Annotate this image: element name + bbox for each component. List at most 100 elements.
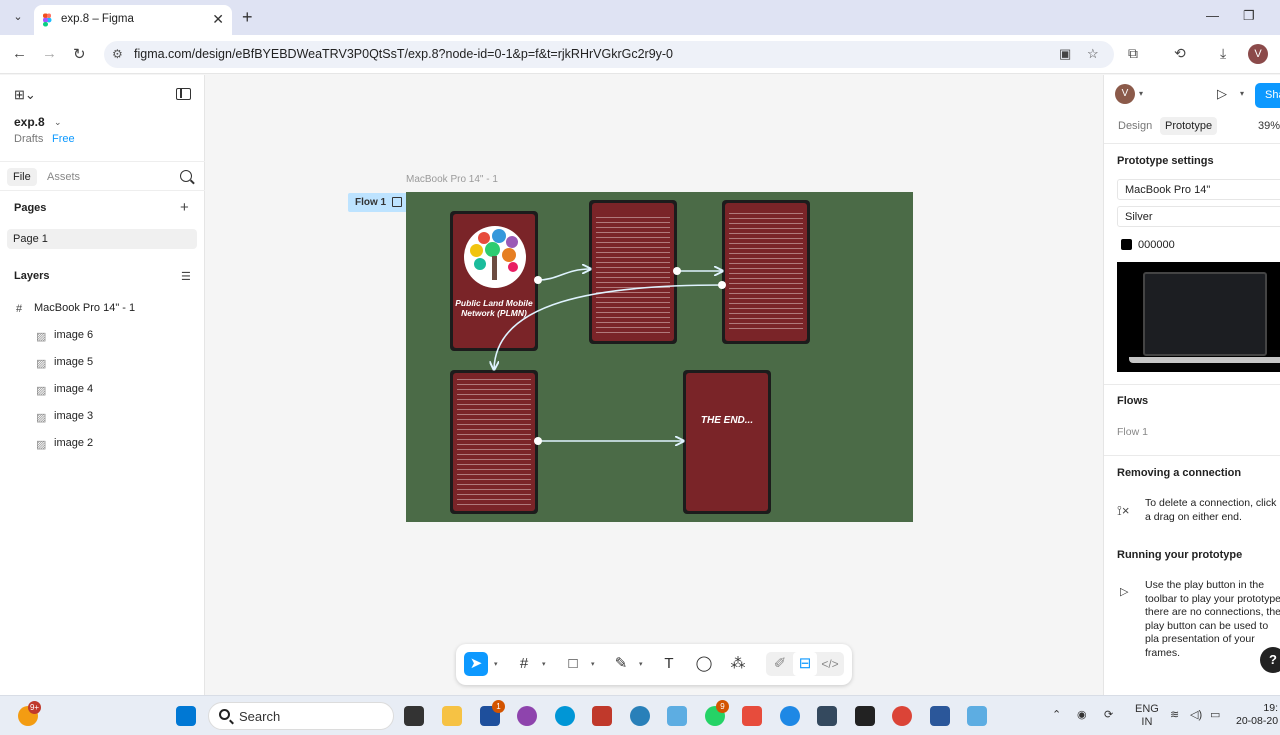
tab-assets[interactable]: Assets	[41, 168, 86, 186]
snipping-tool-icon[interactable]	[967, 706, 987, 726]
connection-handle	[673, 267, 681, 275]
page-label: Page 1	[13, 233, 48, 245]
help-button[interactable]: ?	[1260, 647, 1280, 673]
app-window-icon[interactable]	[817, 706, 837, 726]
task-view-icon[interactable]	[404, 706, 424, 726]
show-hidden-icons-icon[interactable]: ⌃	[1052, 708, 1061, 721]
chevron-down-icon[interactable]: ▾	[639, 660, 643, 668]
volume-icon[interactable]: ◁)	[1190, 708, 1202, 721]
paint-icon[interactable]	[667, 706, 687, 726]
clock[interactable]: 19: 20-08-20	[1236, 702, 1278, 728]
toggle-sidebar-icon[interactable]	[176, 88, 191, 100]
wps-icon[interactable]	[742, 706, 762, 726]
terminal-icon[interactable]	[855, 706, 875, 726]
minimize-icon[interactable]: —	[1206, 8, 1219, 23]
security-icon[interactable]: ◉	[1077, 708, 1087, 721]
history-icon[interactable]: ⟲	[1174, 45, 1186, 62]
device-model-select[interactable]: Silver	[1117, 206, 1280, 227]
main-menu-icon[interactable]: ⊞⌄	[14, 87, 36, 103]
new-tab-icon[interactable]: +	[242, 7, 253, 28]
macbook-frame[interactable]: Public Land Mobile Network (PLMN) THE EN…	[406, 192, 913, 522]
forward-icon[interactable]: →	[42, 45, 57, 62]
file-name[interactable]: exp.8	[14, 115, 45, 129]
edge-icon[interactable]	[780, 706, 800, 726]
design-mode-icon[interactable]: ⊟	[793, 652, 817, 676]
copilot-icon[interactable]	[517, 706, 537, 726]
layer-label: image 6	[54, 329, 94, 341]
search-icon[interactable]	[180, 170, 192, 182]
browser-profile-avatar[interactable]: V	[1248, 44, 1268, 64]
flow-starting-point[interactable]: Flow 1	[348, 193, 408, 212]
sync-icon[interactable]: ⟳	[1104, 708, 1113, 721]
language-indicator[interactable]: ENG IN	[1135, 703, 1159, 729]
pen-tool-icon[interactable]: ✎	[609, 652, 633, 676]
tab-design[interactable]: Design	[1113, 117, 1157, 135]
windows-start-icon[interactable]	[176, 706, 196, 726]
time: 19:	[1263, 702, 1279, 714]
site-info-icon[interactable]: ⚙	[112, 47, 123, 61]
components-tool-icon[interactable]: ⁂	[726, 652, 750, 676]
battery-icon[interactable]: ▭	[1210, 708, 1220, 721]
flow-item[interactable]: Flow 1	[1117, 426, 1148, 438]
hp-icon[interactable]	[555, 706, 575, 726]
chevron-down-icon[interactable]: ▾	[494, 660, 498, 668]
present-play-icon[interactable]: ▷	[1217, 86, 1227, 102]
clipboard-icon[interactable]: ▣	[1059, 46, 1071, 62]
mcafee-icon[interactable]	[592, 706, 612, 726]
extensions-icon[interactable]: ⧉	[1128, 45, 1138, 62]
date: 20-08-20	[1236, 715, 1279, 727]
chevron-down-icon[interactable]: ▾	[542, 660, 546, 668]
background-color-value[interactable]: 000000	[1138, 239, 1175, 251]
left-panel: ⊞⌄ exp.8 ⌄ Drafts Free File Assets Pages…	[0, 75, 205, 695]
tab-search-dropdown[interactable]: ⌄	[10, 10, 26, 26]
rectangle-tool-icon[interactable]: □	[561, 652, 585, 676]
design-canvas[interactable]: MacBook Pro 14" - 1 Flow 1 Public Land M…	[205, 75, 1103, 695]
word-icon[interactable]	[930, 706, 950, 726]
url-field[interactable]: ⚙ figma.com/design/eBfBYEBDWeaTRV3P0QtSs…	[104, 41, 1114, 68]
taskbar-search[interactable]: Search	[208, 702, 394, 730]
chrome-icon[interactable]	[892, 706, 912, 726]
tab-prototype[interactable]: Prototype	[1160, 117, 1218, 135]
drafts-label[interactable]: Drafts	[14, 133, 43, 145]
page-item[interactable]: Page 1	[7, 229, 197, 249]
device-select[interactable]: MacBook Pro 14"	[1117, 179, 1280, 200]
chevron-down-icon[interactable]: ▾	[1139, 89, 1143, 98]
chevron-down-icon[interactable]: ▾	[591, 660, 595, 668]
frame-tool-icon[interactable]: #	[512, 652, 536, 676]
tab-title: exp.8 – Figma	[61, 13, 134, 25]
play-flow-icon[interactable]	[392, 197, 402, 207]
text-tool-icon[interactable]: T	[657, 652, 681, 676]
add-page-icon[interactable]: +	[180, 199, 189, 216]
download-icon[interactable]: ⤓	[1220, 45, 1226, 62]
search-label: Search	[239, 709, 281, 724]
tab-close-icon[interactable]: ✕	[212, 11, 224, 28]
comment-tool-icon[interactable]: ◯	[692, 652, 716, 676]
share-button[interactable]: Sha	[1255, 83, 1280, 108]
help-app-icon[interactable]	[630, 706, 650, 726]
figma-favicon-icon	[43, 13, 52, 27]
move-tool-icon[interactable]: ➤	[464, 652, 488, 676]
divider	[1104, 143, 1280, 144]
back-icon[interactable]: ←	[12, 45, 27, 62]
browser-tab[interactable]: exp.8 – Figma ✕	[34, 5, 232, 35]
tab-file[interactable]: File	[7, 168, 37, 186]
draw-mode-icon[interactable]: ✐	[768, 652, 792, 676]
frame-label[interactable]: MacBook Pro 14" - 1	[406, 174, 498, 185]
dev-mode-icon[interactable]: </>	[818, 652, 842, 676]
zoom-level[interactable]: 39%	[1258, 120, 1280, 132]
running-prototype-heading: Running your prototype	[1117, 549, 1243, 561]
model-value: Silver	[1125, 211, 1153, 223]
reload-icon[interactable]: ↻	[73, 45, 86, 63]
wifi-icon[interactable]: ≋	[1170, 708, 1179, 721]
lang-bottom: IN	[1141, 716, 1153, 728]
user-avatar[interactable]: V	[1115, 84, 1135, 104]
background-color-swatch[interactable]	[1121, 239, 1132, 250]
chevron-down-icon[interactable]: ⌄	[54, 117, 62, 128]
bookmark-star-icon[interactable]: ☆	[1087, 46, 1099, 62]
restore-icon[interactable]: ❐	[1243, 8, 1255, 24]
collapse-layers-icon[interactable]: ☰	[181, 270, 191, 283]
chevron-down-icon[interactable]: ▾	[1240, 89, 1244, 98]
frame-icon: #	[16, 303, 23, 315]
image-icon: ▨	[36, 358, 47, 370]
file-explorer-icon[interactable]	[442, 706, 462, 726]
